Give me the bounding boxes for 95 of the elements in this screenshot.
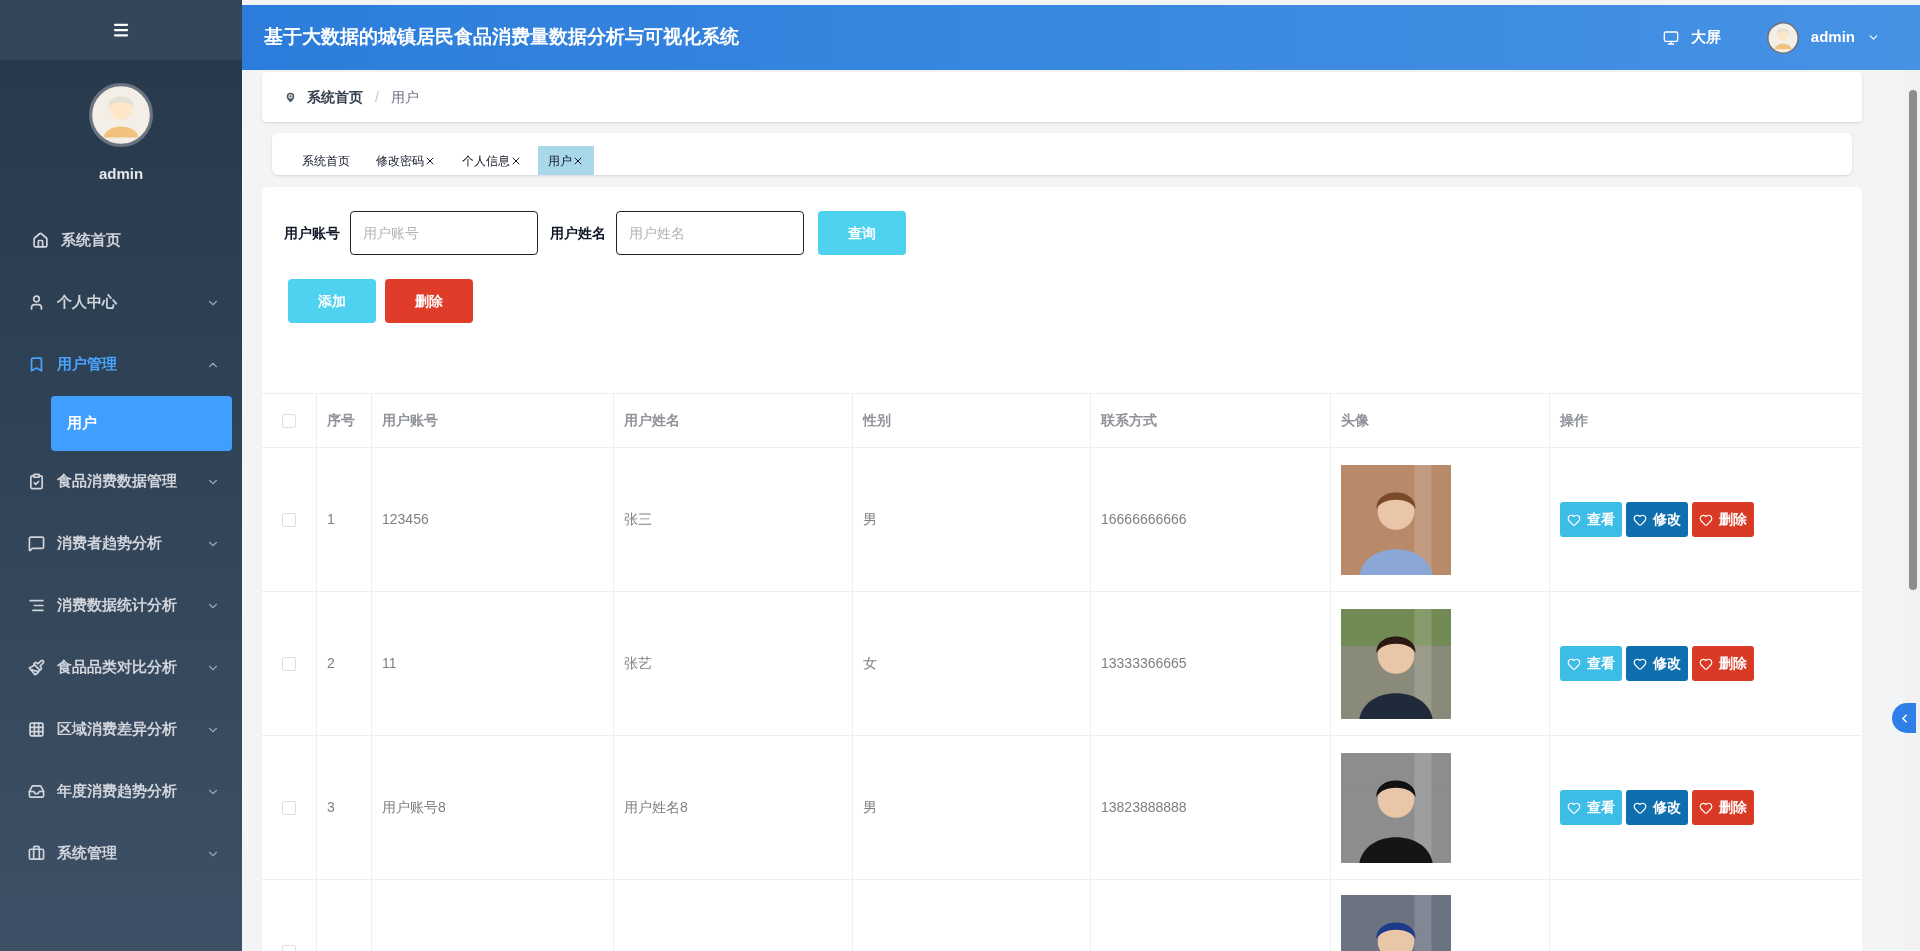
row-checkbox[interactable] — [282, 800, 296, 815]
table-cell-text: 张三 — [624, 510, 652, 529]
nav-label: 系统首页 — [61, 230, 122, 251]
column-header: 序号 — [317, 394, 372, 447]
nav-label: 系统管理 — [57, 843, 118, 864]
field-label: 用户姓名 — [550, 223, 606, 243]
table-cell-text: 3 — [327, 798, 335, 817]
nav-item[interactable]: 系统首页 — [0, 209, 242, 272]
breadcrumb-item[interactable]: 系统首页 — [307, 86, 363, 108]
field-label: 用户账号 — [284, 223, 340, 243]
nav-label: 年度消费趋势分析 — [57, 781, 178, 802]
monitor-icon — [1662, 29, 1679, 46]
table-cell-text: 16666666666 — [1101, 510, 1187, 529]
column-header: 用户姓名 — [614, 394, 853, 447]
grid-icon — [28, 721, 45, 738]
nav-item[interactable]: 用户管理 — [0, 333, 242, 396]
avatar-icon — [89, 83, 153, 147]
nav-item[interactable]: 个人中心 — [0, 271, 242, 334]
sidebar-username: admin — [98, 164, 144, 184]
app-title: 基于大数据的城镇居民食品消费量数据分析与可视化系统 — [264, 25, 740, 50]
bookmark-icon — [28, 356, 45, 373]
heart-icon — [1633, 800, 1647, 815]
nav-label: 消费数据统计分析 — [57, 595, 178, 616]
person-icon — [28, 294, 45, 311]
table-cell-text: 男 — [863, 798, 877, 817]
breadcrumb-item: 用户 — [390, 87, 419, 107]
chat-icon — [28, 535, 45, 552]
briefcase-icon — [28, 845, 45, 862]
page-tab[interactable]: 个人信息 — [452, 146, 532, 175]
column-header: 头像 — [1331, 394, 1550, 447]
heart-icon — [1633, 512, 1647, 527]
nav-subitem[interactable]: 用户 — [51, 395, 232, 451]
column-header: 操作 — [1559, 411, 1589, 430]
heart-icon — [1699, 512, 1713, 527]
table-cell-text: 2 — [327, 654, 335, 673]
breadcrumb-separator: / — [375, 87, 379, 107]
search-field[interactable]: 用户账号 — [350, 211, 538, 255]
table-cell-text: 1 — [327, 510, 335, 529]
nav-label: 个人中心 — [57, 292, 118, 313]
heart-icon — [1567, 800, 1581, 815]
delete-button[interactable]: 删除 — [1692, 646, 1754, 681]
brush-icon — [28, 659, 45, 676]
user-menu[interactable]: admin — [1766, 21, 1880, 54]
edit-button[interactable]: 修改 — [1626, 502, 1688, 537]
search-field[interactable]: 用户姓名 — [616, 211, 804, 255]
nav-label: 用户管理 — [57, 354, 118, 375]
avatar-icon — [1766, 21, 1799, 54]
heart-icon — [1699, 800, 1713, 815]
nav-label: 消费者趋势分析 — [57, 533, 163, 554]
nav-item[interactable]: 食品品类对比分析 — [0, 636, 242, 699]
select-all-checkbox[interactable] — [282, 413, 296, 428]
scrollbar[interactable] — [1905, 70, 1920, 951]
table-cell-text: 女 — [863, 654, 877, 673]
nav-label: 食品品类对比分析 — [57, 657, 178, 678]
column-header: 联系方式 — [1091, 394, 1331, 447]
lines-icon — [28, 597, 45, 614]
column-header: 性别 — [853, 394, 1091, 447]
table-cell-text: 11 — [382, 654, 397, 673]
edit-button[interactable]: 修改 — [1626, 646, 1688, 681]
table-cell-text: 张艺 — [624, 654, 652, 673]
nav-item[interactable]: 消费数据统计分析 — [0, 574, 242, 637]
page-tab[interactable]: 修改密码 — [366, 146, 446, 175]
nav-item[interactable]: 消费者趋势分析 — [0, 512, 242, 575]
delete-button[interactable]: 删除 — [385, 279, 473, 323]
table-cell-text: 用户账号8 — [382, 798, 446, 817]
table-cell-text: 用户姓名8 — [624, 798, 688, 817]
menu-icon[interactable] — [112, 21, 130, 39]
nav-label: 区域消费差异分析 — [57, 719, 178, 740]
heart-icon — [1633, 656, 1647, 671]
row-checkbox[interactable] — [282, 656, 296, 671]
location-icon — [284, 90, 297, 104]
home-icon — [32, 232, 49, 249]
nav-item[interactable]: 区域消费差异分析 — [0, 698, 242, 761]
table-cell-text: 13823888888 — [1101, 798, 1187, 817]
big-screen-link[interactable]: 大屏 — [1662, 26, 1721, 49]
table-cell-text: 男 — [863, 510, 877, 529]
delete-button[interactable]: 删除 — [1692, 502, 1754, 537]
edit-button[interactable]: 修改 — [1626, 790, 1688, 825]
tray-icon — [28, 783, 45, 800]
heart-icon — [1567, 512, 1581, 527]
collapse-tab[interactable] — [1892, 703, 1916, 733]
page-tab[interactable]: 系统首页 — [292, 146, 360, 175]
heart-icon — [1699, 656, 1713, 671]
nav-label: 食品消费数据管理 — [57, 471, 178, 492]
row-checkbox[interactable] — [282, 512, 296, 527]
clipboard-icon — [28, 473, 45, 490]
nav-item[interactable]: 系统管理 — [0, 822, 242, 885]
nav-item[interactable]: 食品消费数据管理 — [0, 450, 242, 513]
heart-icon — [1567, 656, 1581, 671]
nav-item[interactable]: 年度消费趋势分析 — [0, 760, 242, 823]
table-cell-text: 13333366665 — [1101, 654, 1187, 673]
table-cell-text: 123456 — [382, 510, 429, 529]
column-header: 用户账号 — [372, 394, 614, 447]
delete-button[interactable]: 删除 — [1692, 790, 1754, 825]
page-tab[interactable]: 用户 — [538, 146, 594, 175]
